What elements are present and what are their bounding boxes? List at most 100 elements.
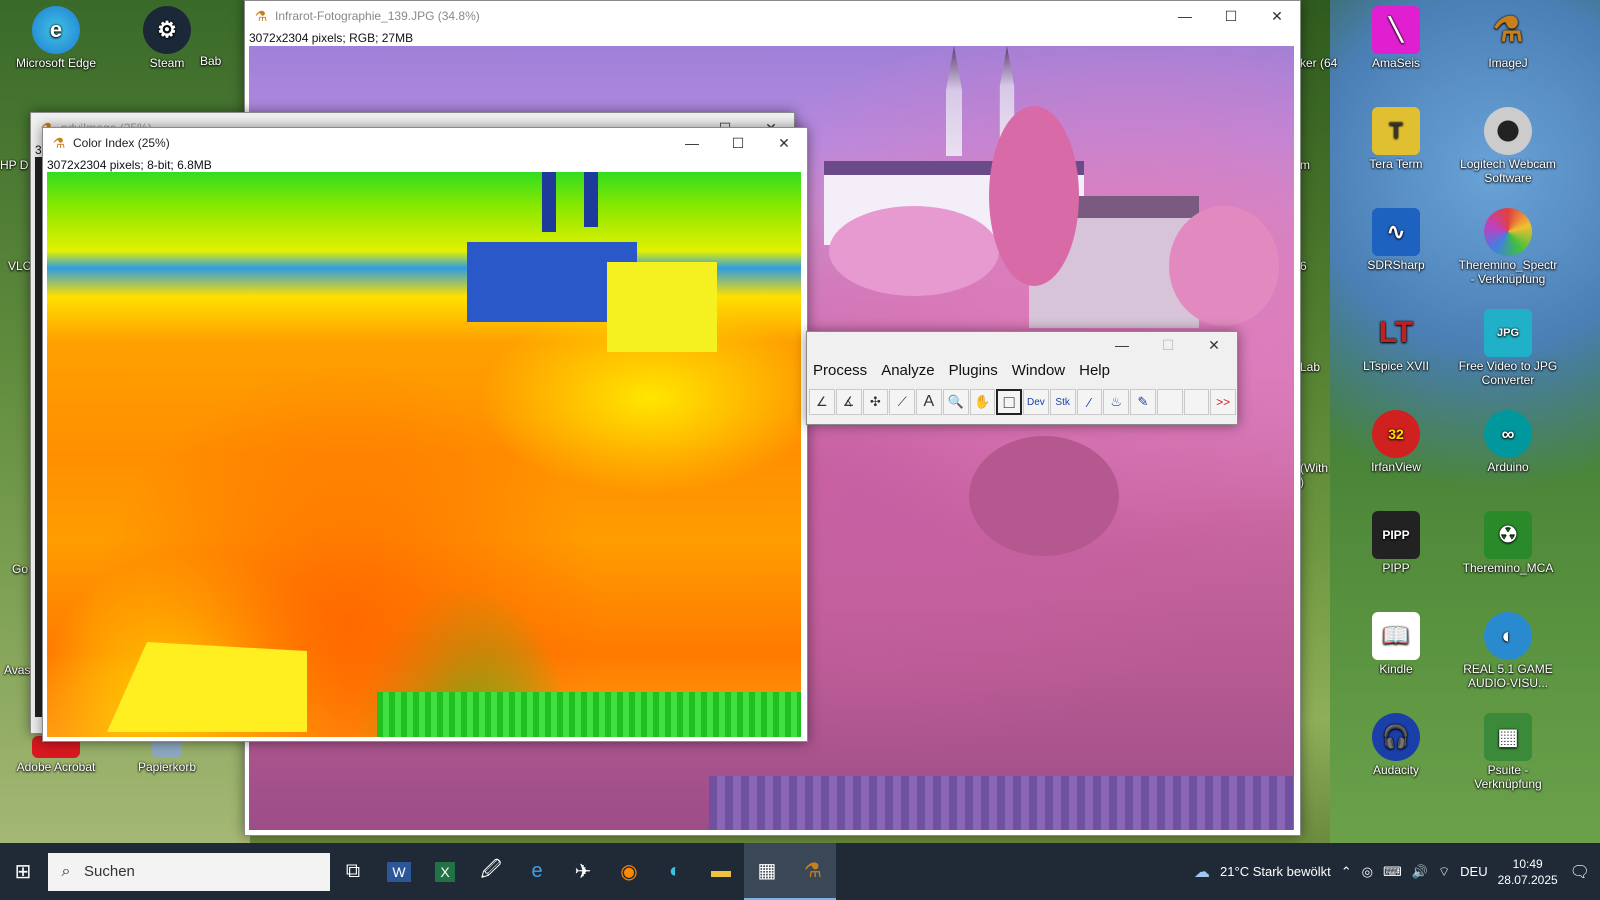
color-index-canvas[interactable] [47, 172, 801, 737]
desktop-icon-pipp[interactable]: PIPP PIPP [1346, 511, 1446, 575]
clock-time: 10:49 [1512, 856, 1543, 871]
search-box[interactable]: ⌕ Suchen [48, 852, 330, 891]
firefox-icon[interactable]: ◉ [606, 843, 652, 900]
minimize-button[interactable]: — [669, 128, 715, 158]
desktop-icon-partial[interactable]: Bab [200, 54, 250, 68]
desktop-icon-label: IrfanView [1371, 460, 1421, 474]
app2-icon[interactable]: ✈ [560, 843, 606, 900]
angle-tool-icon[interactable]: ∡ [835, 389, 862, 415]
desktop-icon-label: VLC [8, 259, 32, 273]
menu-plugins[interactable]: Plugins [949, 362, 998, 379]
imagej-app-icon[interactable]: ▦ [744, 843, 790, 900]
house [607, 262, 717, 352]
minimize-button[interactable]: — [1162, 1, 1208, 31]
menu-window[interactable]: Window [1012, 362, 1065, 379]
desktop-icon-label: AmaSeis [1371, 56, 1421, 70]
notification-icon[interactable]: 🗨 [1570, 862, 1590, 882]
desktop-icon-real-audio[interactable]: ◐ REAL 5.1 GAME AUDIO-VISU... [1458, 612, 1558, 690]
task-view-icon[interactable]: ⧉ [330, 843, 376, 900]
magnifier-tool-icon[interactable]: 🔍 [942, 389, 969, 415]
more-tools-icon[interactable]: >> [1210, 389, 1237, 415]
empty-tool-slot[interactable] [1156, 389, 1183, 415]
start-button[interactable]: ⊞ [0, 843, 46, 900]
clock[interactable]: 10:49 28.07.2025 [1498, 856, 1558, 888]
desktop-icon-audacity[interactable]: 🎧 Audacity [1346, 713, 1446, 777]
desktop-icon-imagej[interactable]: ⚗ ImageJ [1458, 6, 1558, 70]
maximize-button[interactable]: ☐ [1145, 330, 1191, 360]
desktop-icon-partial[interactable]: 6 [1300, 259, 1330, 273]
infrared-window-titlebar[interactable]: ⚗ Infrarot-Fotographie_139.JPG (34.8%) —… [245, 1, 1300, 31]
maximize-button[interactable]: ☐ [1208, 1, 1254, 31]
desktop-icon-sdrsharp[interactable]: ∿ SDRSharp [1346, 208, 1446, 272]
desktop-icon-label: 6 [1300, 259, 1307, 273]
close-button[interactable]: ✕ [1254, 1, 1300, 31]
maximize-button[interactable]: ☐ [715, 128, 761, 158]
desktop-icon-label: (With [1300, 461, 1328, 475]
desktop-icon-irfanview[interactable]: 32 IrfanView [1346, 410, 1446, 474]
menu-help[interactable]: Help [1079, 362, 1110, 379]
desktop-icon-theremino-mca[interactable]: ☢ Theremino_MCA [1458, 511, 1558, 575]
color-index-titlebar[interactable]: ⚗ Color Index (25%) — ☐ ✕ [43, 128, 807, 158]
polyline-tool-icon[interactable]: ∠ [809, 389, 835, 415]
desktop-icon-label: Go [12, 562, 29, 576]
pencil-tool-icon[interactable]: ✎ [1130, 389, 1156, 415]
explorer-icon[interactable]: ▬ [698, 843, 744, 900]
psuite-icon: ▦ [1484, 713, 1532, 761]
keyboard-icon[interactable]: ⌨ [1383, 864, 1402, 880]
desktop-icon-amaseis[interactable]: ╲ AmaSeis [1346, 6, 1446, 70]
empty-tool-slot[interactable] [1183, 389, 1210, 415]
wifi-icon[interactable]: ⌔ [1438, 864, 1450, 880]
desktop-icon-partial[interactable]: (With) [1300, 461, 1330, 489]
menu-process[interactable]: Process [813, 362, 867, 379]
stk-tool-icon[interactable]: Stk [1049, 389, 1076, 415]
desktop-icon-psuite[interactable]: ▦ Psuite - Verknüpfung [1458, 713, 1558, 791]
weather-icon[interactable]: ☁ [1194, 862, 1210, 882]
close-button[interactable]: ✕ [761, 128, 807, 158]
language-indicator[interactable]: DEU [1460, 864, 1487, 879]
desktop-icon-kindle[interactable]: 📖 Kindle [1346, 612, 1446, 676]
desktop-icon-label: ImageJ [1488, 56, 1528, 70]
desktop-icon-arduino[interactable]: ∞ Arduino [1458, 410, 1558, 474]
brush-tool-icon[interactable]: ∕ [1076, 389, 1103, 415]
desktop-icon-webcam[interactable]: Logitech Webcam Software [1458, 107, 1558, 185]
desktop-icon-theremino-spectr[interactable]: Theremino_Spectr - Verknüpfung [1458, 208, 1558, 286]
pipp-icon: PIPP [1372, 511, 1420, 559]
desktop-icon-jpg-converter[interactable]: JPG Free Video to JPG Converter [1458, 309, 1558, 387]
flood-fill-tool-icon[interactable]: ♨ [1103, 389, 1130, 415]
imagej2-icon[interactable]: ⚗ [790, 843, 836, 900]
text-tool-icon[interactable]: A [916, 389, 942, 415]
search-placeholder: Suchen [84, 863, 135, 880]
minimize-button[interactable]: — [1099, 330, 1145, 360]
app-icon[interactable]: 🖉 [468, 843, 514, 900]
chevron-up-icon[interactable]: ⌃ [1341, 864, 1352, 880]
wand-tool-icon[interactable]: ⟋ [889, 389, 915, 415]
desktop-icon-partial[interactable]: ker (64 [1300, 56, 1340, 70]
edge-icon[interactable]: ◐ [652, 843, 698, 900]
toolbar-titlebar[interactable]: — ☐ ✕ [807, 332, 1237, 358]
clock-date: 28.07.2025 [1497, 872, 1558, 887]
dev-tool-icon[interactable]: Dev [1023, 389, 1049, 415]
real-audio-icon: ◐ [1484, 612, 1532, 660]
menu-analyze[interactable]: Analyze [881, 362, 934, 379]
desktop-icon-partial[interactable]: Lab [1300, 360, 1330, 374]
word-icon[interactable]: W [376, 843, 422, 900]
desktop-icon-label: Theremino_MCA [1462, 561, 1554, 575]
desktop-icon-teraterm[interactable]: T Tera Term [1346, 107, 1446, 171]
color-picker-tool-icon[interactable]: □ [996, 389, 1023, 415]
desktop-icon-partial[interactable]: m [1300, 158, 1330, 172]
weather-text[interactable]: 21°C Stark bewölkt [1220, 864, 1331, 879]
ie-icon[interactable]: e [514, 843, 560, 900]
hand-tool-icon[interactable]: ✋ [969, 389, 996, 415]
desktop-icon-ltspice[interactable]: LT LTspice XVII [1346, 309, 1446, 373]
color-index-window[interactable]: ⚗ Color Index (25%) — ☐ ✕ 3072x2304 pixe… [42, 127, 808, 742]
menu-bar: Process Analyze Plugins Window Help [807, 358, 1237, 382]
excel-icon[interactable]: X [422, 843, 468, 900]
desktop-icon-edge[interactable]: e Microsoft Edge [6, 6, 106, 70]
point-tool-icon[interactable]: ✣ [862, 389, 889, 415]
volume-icon[interactable]: 🔊 [1412, 864, 1428, 880]
camera-icon[interactable]: ◎ [1362, 864, 1373, 880]
desktop-icon-label: Arduino [1487, 460, 1529, 474]
close-button[interactable]: ✕ [1191, 330, 1237, 360]
system-tray: ☁ 21°C Stark bewölkt ⌃ ◎ ⌨ 🔊 ⌔ DEU 10:49… [1194, 843, 1600, 900]
imagej-toolbar-window[interactable]: — ☐ ✕ Process Analyze Plugins Window Hel… [806, 331, 1238, 425]
